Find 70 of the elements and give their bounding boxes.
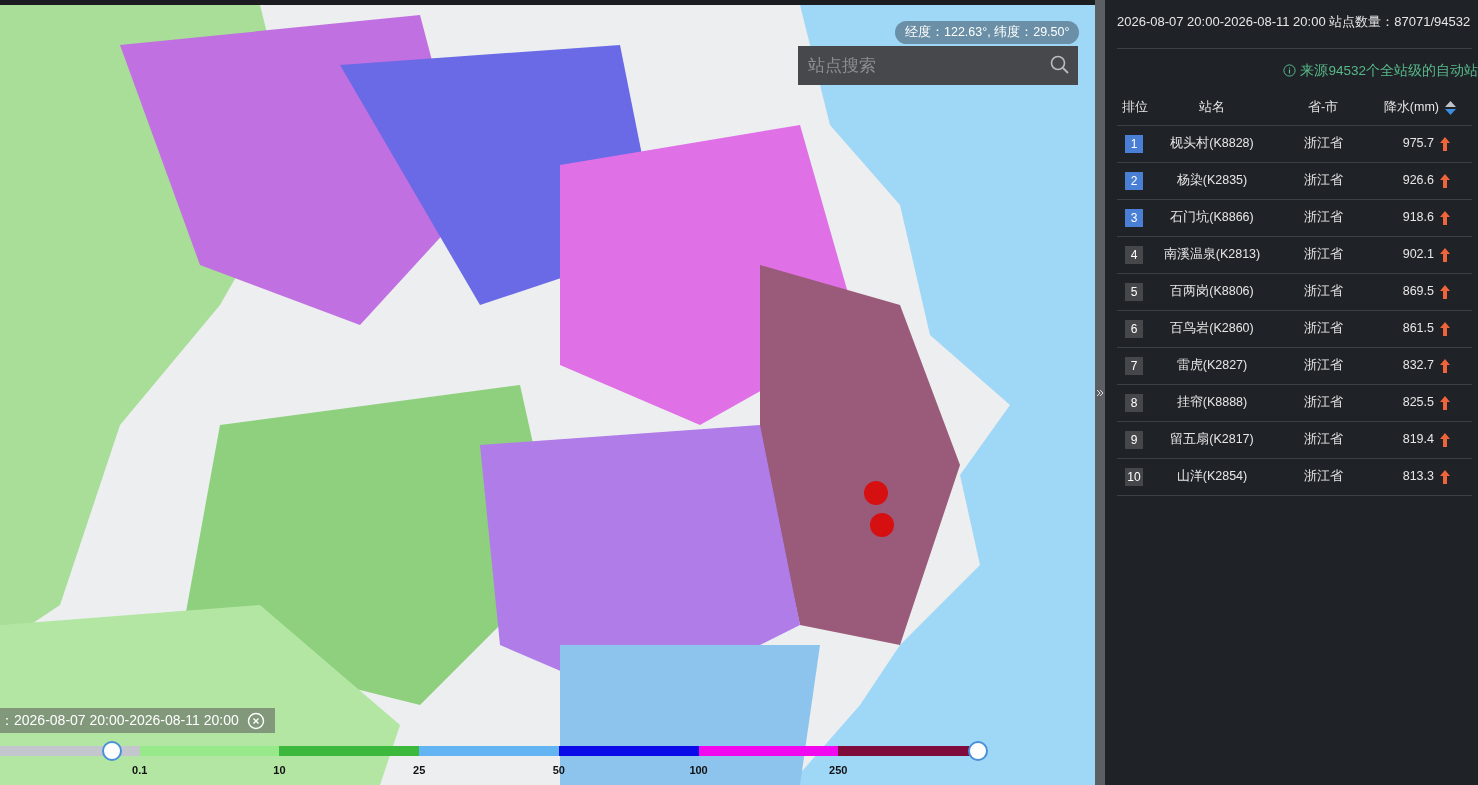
rank-badge: 3	[1125, 208, 1143, 227]
station-name: 挂帘(K8888)	[1175, 394, 1249, 412]
column-header: 站名	[1198, 99, 1226, 117]
sort-icon[interactable]	[1445, 100, 1456, 115]
rainfall-value: 869.5	[1402, 283, 1434, 301]
up-arrow-icon	[1440, 247, 1450, 262]
province-cell-text: 浙江省	[1302, 135, 1344, 153]
search-icon[interactable]	[1050, 55, 1070, 75]
close-icon[interactable]	[246, 711, 265, 730]
station-name: 石门坑(K8866)	[1169, 209, 1255, 227]
rank-badge: 1	[1125, 134, 1143, 153]
rank-badge: 9	[1125, 430, 1143, 449]
time-range-label: ：2026-08-07 20:00-2026-08-11 20:00	[0, 711, 239, 730]
column-header: 排位	[1121, 99, 1149, 117]
rainfall-value: 832.7	[1402, 357, 1434, 375]
rainfall-value: 813.3	[1402, 468, 1434, 486]
station-name: 留五扇(K2817)	[1169, 431, 1255, 449]
rank-badge: 2	[1125, 171, 1143, 190]
station-name: 山洋(K2854)	[1175, 468, 1249, 486]
column-header: 降水(mm)	[1383, 99, 1439, 117]
collapse-icon[interactable]	[1096, 388, 1104, 397]
rainfall-value: 819.4	[1402, 431, 1434, 449]
province-cell-text: 浙江省	[1302, 394, 1344, 412]
rainfall-value: 926.6	[1402, 172, 1434, 190]
province-cell-text: 浙江省	[1302, 320, 1344, 338]
scale-tick-label: 25	[413, 763, 426, 778]
search-field[interactable]: 站点搜索	[798, 46, 1078, 85]
scale-tick-label: 250	[829, 763, 848, 778]
rainfall-value: 825.5	[1402, 394, 1434, 412]
source-note: 来源94532个全站级的自动站	[1300, 61, 1478, 80]
up-arrow-icon	[1440, 210, 1450, 225]
info-icon	[1283, 64, 1297, 78]
station-name: 枧头村(K8828)	[1169, 135, 1255, 153]
rank-badge: 8	[1125, 393, 1143, 412]
scale-tick-label: 10	[273, 763, 286, 778]
up-arrow-icon	[1440, 284, 1450, 299]
province-cell-text: 浙江省	[1302, 246, 1344, 264]
rainfall-value: 975.7	[1402, 135, 1434, 153]
scale-tick-label: 0.1	[132, 763, 148, 778]
up-arrow-icon	[1440, 432, 1450, 447]
up-arrow-icon	[1440, 173, 1450, 188]
rank-badge: 10	[1125, 467, 1143, 486]
scale-tick-label: 50	[552, 763, 565, 778]
rainfall-value: 902.1	[1402, 246, 1434, 264]
station-name: 杨染(K2835)	[1175, 172, 1249, 190]
rainfall-value: 861.5	[1402, 320, 1434, 338]
up-arrow-icon	[1440, 321, 1450, 336]
rank-badge: 6	[1125, 319, 1143, 338]
province-cell-text: 浙江省	[1302, 172, 1344, 190]
station-name: 百鸟岩(K2860)	[1169, 320, 1255, 338]
up-arrow-icon	[1440, 136, 1450, 151]
rainfall-value: 918.6	[1402, 209, 1434, 227]
province-cell-text: 浙江省	[1302, 283, 1344, 301]
province-cell-text: 浙江省	[1302, 209, 1344, 227]
province-cell-text: 浙江省	[1302, 357, 1344, 375]
province-cell-text: 浙江省	[1302, 431, 1344, 449]
summary-text: 2026-08-07 20:00-2026-08-11 20:00 站点数量：87071/94532	[1117, 12, 1472, 49]
up-arrow-icon	[1440, 469, 1450, 484]
up-arrow-icon	[1440, 358, 1450, 373]
station-name: 南溪温泉(K2813)	[1162, 246, 1262, 264]
scale-tick-label: 100	[689, 763, 708, 778]
station-name: 雷虎(K2827)	[1175, 357, 1249, 375]
station-name: 百两岗(K8806)	[1169, 283, 1255, 301]
up-arrow-icon	[1440, 395, 1450, 410]
rank-badge: 7	[1125, 356, 1143, 375]
column-header: 省-市	[1306, 99, 1340, 117]
rank-badge: 5	[1125, 282, 1143, 301]
coordinates-label: 经度：122.63°, 纬度：29.50°	[895, 21, 1080, 44]
rank-badge: 4	[1125, 245, 1143, 264]
province-cell-text: 浙江省	[1302, 468, 1344, 486]
